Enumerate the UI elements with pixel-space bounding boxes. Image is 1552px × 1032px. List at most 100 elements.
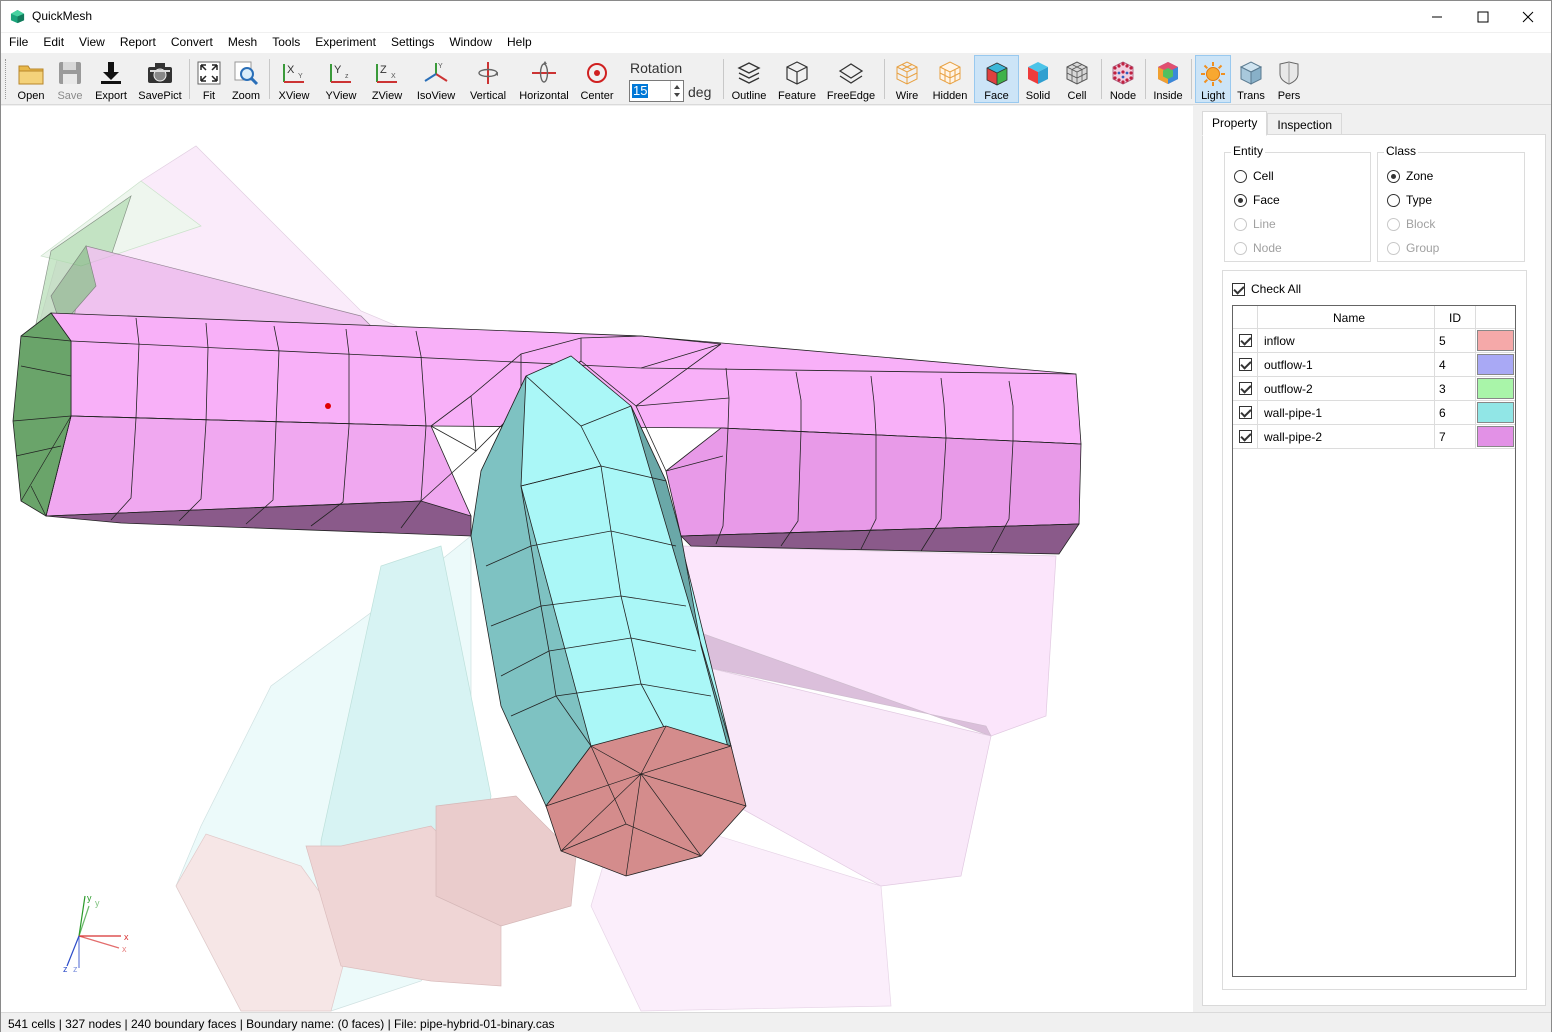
column-header-id[interactable]: ID: [1449, 311, 1461, 325]
row-checkbox[interactable]: [1239, 406, 1252, 419]
entity-line-radio[interactable]: Line: [1234, 217, 1276, 231]
zone-color-swatch[interactable]: [1477, 378, 1514, 399]
rotation-label: Rotation: [630, 60, 683, 76]
radio-circle-icon: [1387, 217, 1400, 231]
xview-button[interactable]: XY XView: [276, 55, 312, 103]
horizontal-rotate-button[interactable]: Horizontal: [516, 55, 572, 103]
toolbar-separator: [1191, 59, 1192, 99]
yview-button[interactable]: Yz YView: [322, 55, 360, 103]
feature-button[interactable]: Feature: [776, 55, 818, 103]
menu-settings[interactable]: Settings: [383, 33, 441, 53]
rotation-spinner[interactable]: [670, 81, 683, 101]
hidden-button[interactable]: Hidden: [929, 55, 971, 103]
zone-color-swatch[interactable]: [1477, 426, 1514, 447]
close-icon: [1522, 11, 1534, 22]
row-checkbox[interactable]: [1239, 382, 1252, 395]
node-dots-icon: [1112, 61, 1134, 85]
trans-button[interactable]: Trans: [1234, 55, 1268, 103]
toolbar: Open Save Export SavePict Fit Zoom XY XV…: [1, 53, 1551, 105]
svg-text:Y: Y: [438, 63, 443, 70]
3d-viewport[interactable]: y y x x z z: [1, 106, 1193, 1012]
rotation-value[interactable]: 15: [632, 84, 649, 98]
folder-icon: [18, 65, 44, 85]
fit-button[interactable]: Fit: [194, 55, 224, 103]
toolbar-grip[interactable]: [5, 59, 7, 99]
center-button[interactable]: Center: [578, 55, 616, 103]
menu-mesh[interactable]: Mesh: [220, 33, 264, 53]
face-button[interactable]: Face: [974, 55, 1019, 103]
radio-checked-icon: [1387, 169, 1400, 183]
menu-file[interactable]: File: [1, 33, 35, 53]
zone-name: outflow-2: [1264, 382, 1313, 396]
class-type-radio[interactable]: Type: [1387, 193, 1432, 207]
save-button[interactable]: Save: [53, 55, 87, 103]
table-row[interactable]: inflow 5: [1233, 329, 1515, 353]
inside-hexagon-icon: [1158, 62, 1178, 84]
cell-button[interactable]: Cell: [1061, 55, 1093, 103]
download-arrow-icon: [101, 62, 121, 84]
menu-help[interactable]: Help: [499, 33, 539, 53]
minimize-button[interactable]: [1414, 1, 1460, 32]
close-button[interactable]: [1505, 1, 1551, 32]
entity-cell-radio[interactable]: Cell: [1234, 169, 1274, 183]
node-button[interactable]: Node: [1106, 55, 1140, 103]
zone-color-swatch[interactable]: [1477, 330, 1514, 351]
zone-color-swatch[interactable]: [1477, 354, 1514, 375]
mesh-render[interactable]: y y x x z z: [1, 106, 1193, 1012]
row-checkbox[interactable]: [1239, 358, 1252, 371]
isoview-button[interactable]: Y IsoView: [414, 55, 458, 103]
tab-inspection[interactable]: Inspection: [1267, 113, 1343, 135]
zone-id: 3: [1439, 382, 1446, 396]
table-row[interactable]: wall-pipe-1 6: [1233, 401, 1515, 425]
selection-marker: [325, 403, 331, 409]
zview-button[interactable]: ZX ZView: [369, 55, 405, 103]
class-block-radio[interactable]: Block: [1387, 217, 1435, 231]
export-button[interactable]: Export: [92, 55, 130, 103]
zoom-button[interactable]: Zoom: [229, 55, 263, 103]
menu-window[interactable]: Window: [441, 33, 499, 53]
table-row[interactable]: wall-pipe-2 7: [1233, 425, 1515, 449]
freeedge-button[interactable]: FreeEdge: [825, 55, 877, 103]
rotation-input[interactable]: 15: [629, 80, 684, 102]
light-label: Light: [1201, 90, 1225, 102]
maximize-button[interactable]: [1460, 1, 1506, 32]
yview-label: YView: [325, 90, 357, 102]
node-label: Node: [1109, 90, 1137, 102]
tab-property[interactable]: Property: [1202, 111, 1268, 136]
column-header-name[interactable]: Name: [1333, 311, 1365, 325]
wire-button[interactable]: Wire: [890, 55, 924, 103]
inside-button[interactable]: Inside: [1151, 55, 1185, 103]
zone-id: 4: [1439, 358, 1446, 372]
property-tab-content: Entity Cell Face Line Node Class Zone Ty…: [1202, 134, 1546, 1006]
outline-button[interactable]: Outline: [729, 55, 769, 103]
table-row[interactable]: outflow-1 4: [1233, 353, 1515, 377]
radio-circle-icon: [1234, 169, 1247, 183]
free-edge-icon: [838, 63, 864, 84]
zone-id: 6: [1439, 406, 1446, 420]
menu-convert[interactable]: Convert: [163, 33, 220, 53]
table-row[interactable]: outflow-2 3: [1233, 377, 1515, 401]
row-checkbox[interactable]: [1239, 334, 1252, 347]
menu-view[interactable]: View: [71, 33, 112, 53]
pers-button[interactable]: Pers: [1273, 55, 1305, 103]
toolbar-separator: [723, 59, 724, 99]
solid-button[interactable]: Solid: [1022, 55, 1054, 103]
entity-face-radio[interactable]: Face: [1234, 193, 1280, 207]
menu-tools[interactable]: Tools: [264, 33, 307, 53]
check-all-checkbox[interactable]: Check All: [1232, 282, 1301, 296]
z-axis-view-icon: ZX: [376, 64, 397, 83]
menu-edit[interactable]: Edit: [35, 33, 71, 53]
light-button[interactable]: Light: [1195, 55, 1231, 103]
zone-color-swatch[interactable]: [1477, 402, 1514, 423]
cell-mesh-icon: [1066, 61, 1088, 85]
open-button[interactable]: Open: [14, 55, 48, 103]
row-checkbox[interactable]: [1239, 430, 1252, 443]
class-group-radio[interactable]: Group: [1387, 241, 1439, 255]
menu-report[interactable]: Report: [112, 33, 163, 53]
entity-node-radio[interactable]: Node: [1234, 241, 1282, 255]
menu-experiment[interactable]: Experiment: [307, 33, 383, 53]
vertical-rotate-button[interactable]: Vertical: [467, 55, 509, 103]
class-zone-radio[interactable]: Zone: [1387, 169, 1433, 183]
savepict-button[interactable]: SavePict: [137, 55, 183, 103]
rotation-unit: deg: [688, 84, 712, 100]
